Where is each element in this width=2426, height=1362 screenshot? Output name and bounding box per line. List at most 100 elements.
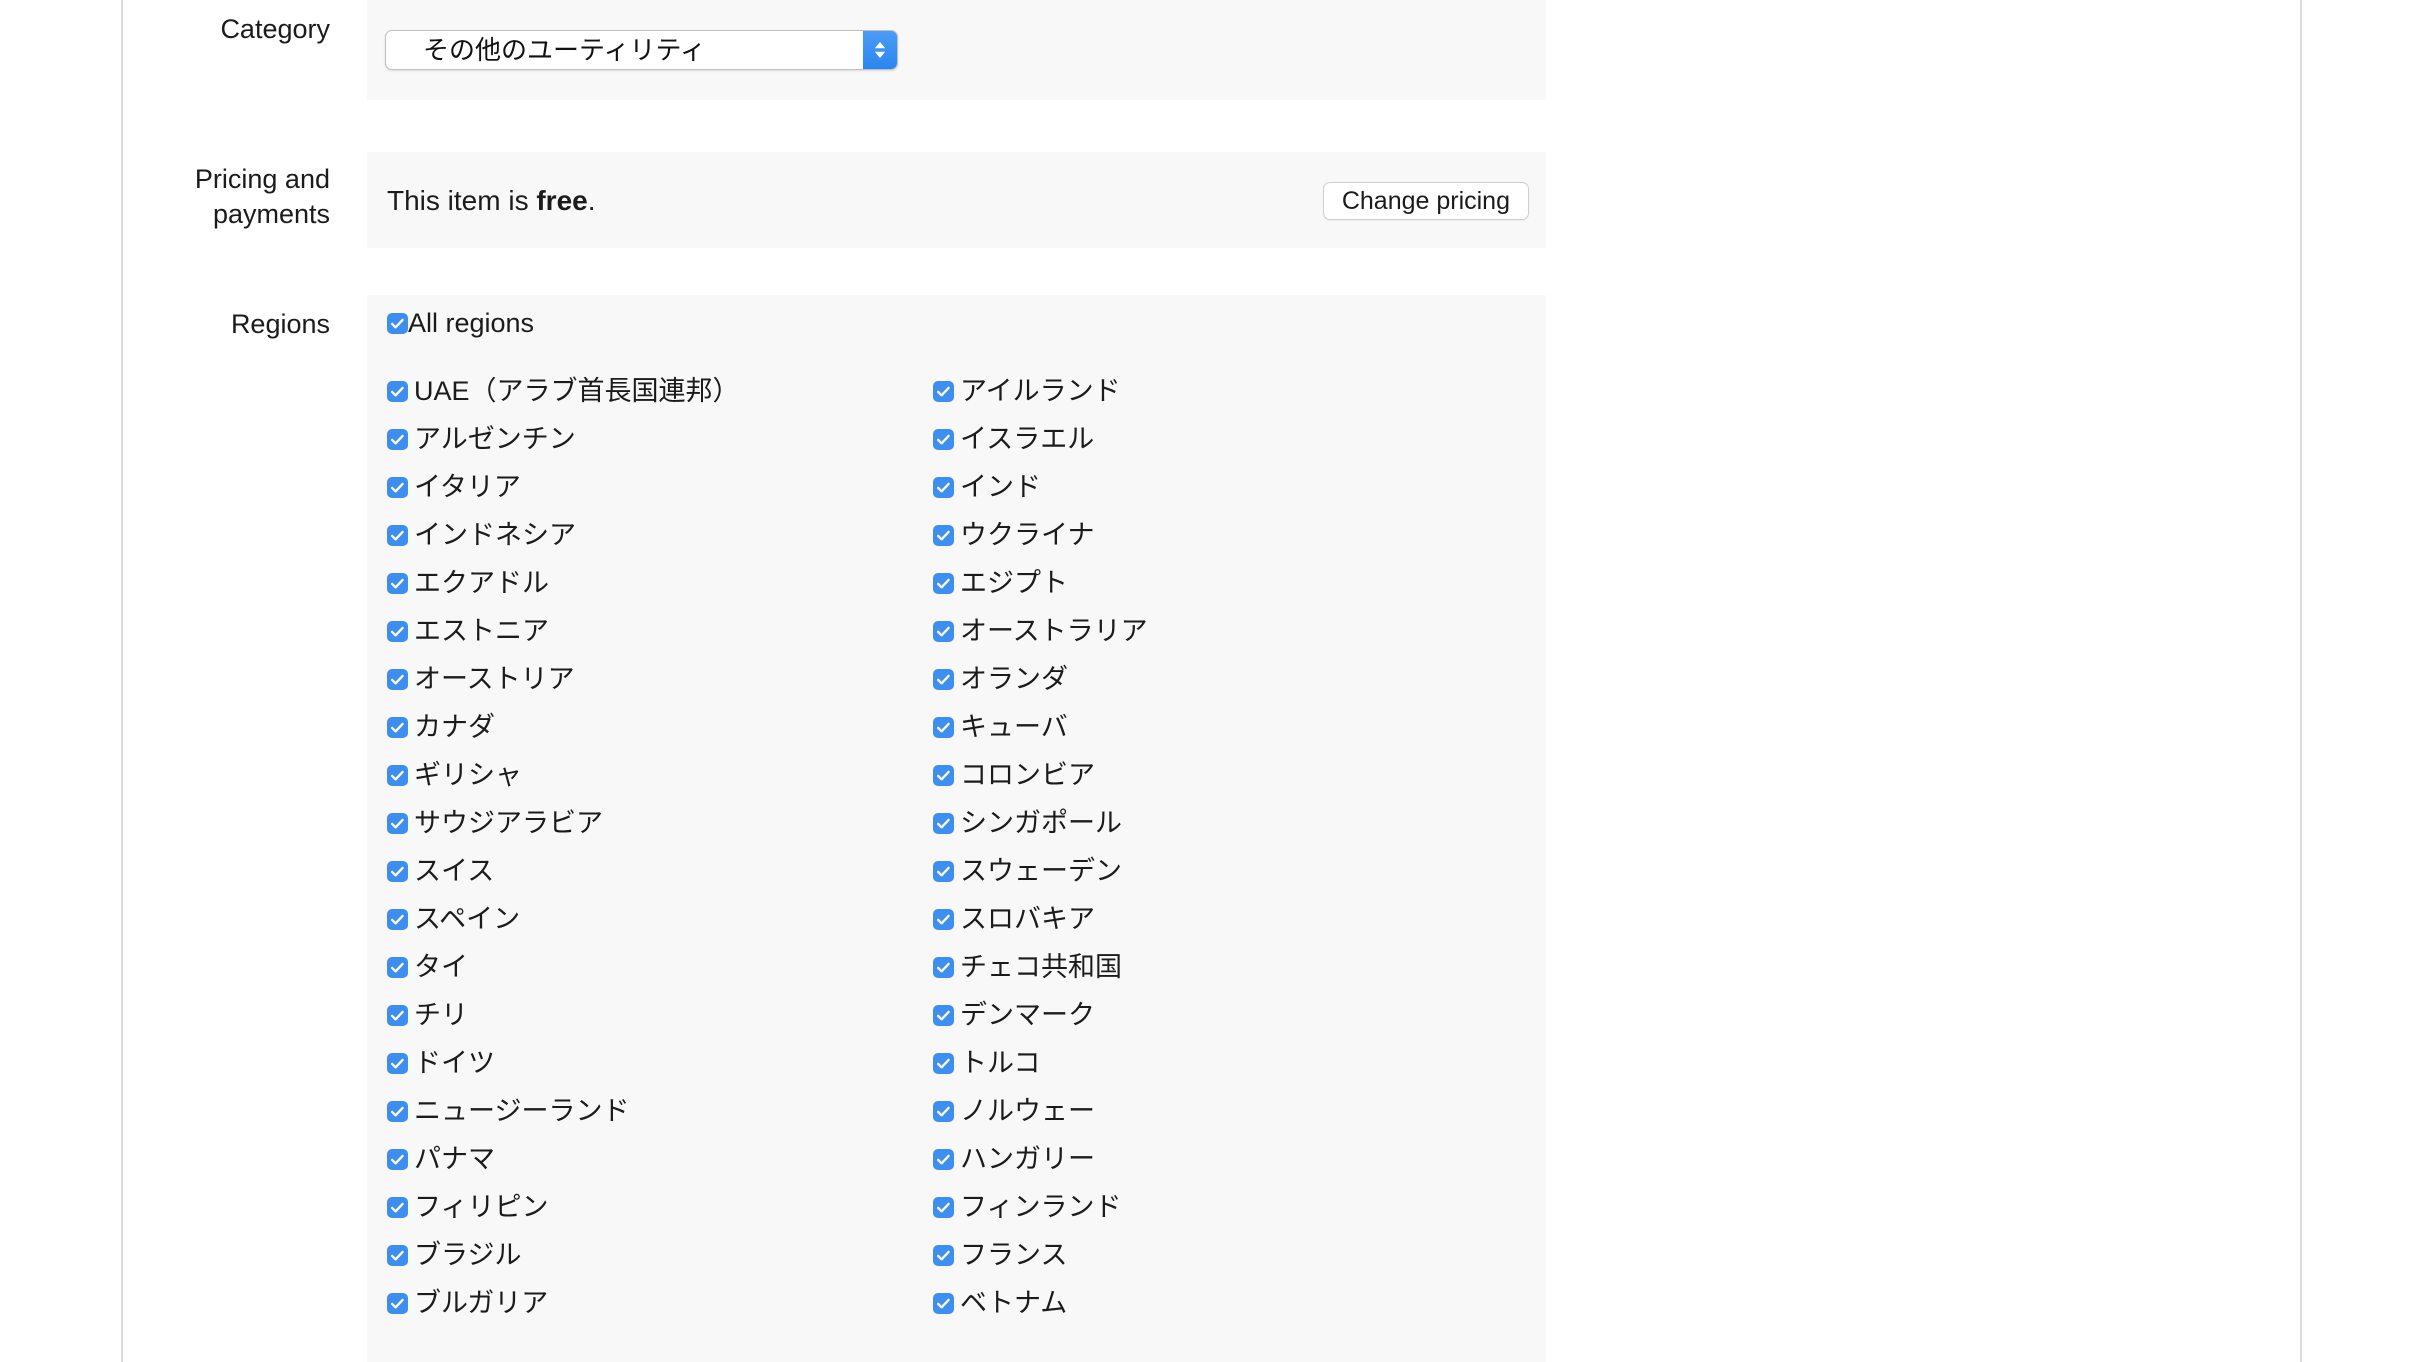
category-select[interactable]: その他のユーティリティ	[385, 30, 898, 70]
checkmark-icon[interactable]	[387, 572, 408, 594]
region-checkbox-row[interactable]: オーストリア	[387, 655, 927, 703]
region-checkbox-row[interactable]: ベトナム	[933, 1279, 1473, 1327]
region-checkbox-row[interactable]: スイス	[387, 847, 927, 895]
checkmark-icon[interactable]	[933, 572, 954, 594]
region-label: ブルガリア	[414, 1288, 549, 1318]
pricing-status-prefix: This item is	[387, 185, 537, 216]
region-checkbox-row[interactable]: ニュージーランド	[387, 1087, 927, 1135]
checkmark-icon[interactable]	[933, 1148, 954, 1170]
checkmark-icon[interactable]	[933, 764, 954, 786]
checkmark-icon[interactable]	[387, 620, 408, 642]
checkmark-icon[interactable]	[933, 1244, 954, 1266]
checkmark-icon[interactable]	[387, 1052, 408, 1074]
checkmark-icon[interactable]	[387, 1100, 408, 1122]
region-checkbox-row[interactable]: スペイン	[387, 895, 927, 943]
region-checkbox-row[interactable]: フィンランド	[933, 1183, 1473, 1231]
region-checkbox-row[interactable]: オランダ	[933, 655, 1473, 703]
region-checkbox-row[interactable]: フランス	[933, 1231, 1473, 1279]
region-label: エクアドル	[414, 568, 549, 598]
checkmark-icon[interactable]	[387, 380, 408, 402]
region-label: エジプト	[960, 568, 1068, 598]
checkmark-icon[interactable]	[387, 428, 408, 450]
checkmark-icon[interactable]	[933, 812, 954, 834]
region-checkbox-row[interactable]: シンガポール	[933, 799, 1473, 847]
checkmark-icon[interactable]	[933, 908, 954, 930]
region-checkbox-row[interactable]: コロンビア	[933, 751, 1473, 799]
region-checkbox-row[interactable]: チェコ共和国	[933, 943, 1473, 991]
region-checkbox-row[interactable]: カナダ	[387, 703, 927, 751]
region-checkbox-row[interactable]: パナマ	[387, 1135, 927, 1183]
region-checkbox-row[interactable]: チリ	[387, 991, 927, 1039]
checkmark-icon[interactable]	[387, 312, 408, 334]
checkmark-icon[interactable]	[933, 476, 954, 498]
region-label: パナマ	[414, 1144, 495, 1174]
checkmark-icon[interactable]	[933, 620, 954, 642]
region-checkbox-row[interactable]: ノルウェー	[933, 1087, 1473, 1135]
checkmark-icon[interactable]	[933, 956, 954, 978]
checkmark-icon[interactable]	[933, 428, 954, 450]
region-label: ニュージーランド	[414, 1096, 630, 1126]
region-checkbox-row[interactable]: スロバキア	[933, 895, 1473, 943]
region-label: ベトナム	[960, 1288, 1068, 1318]
region-label: シンガポール	[960, 808, 1122, 838]
region-checkbox-row[interactable]: UAE（アラブ首長国連邦）	[387, 367, 927, 415]
checkmark-icon[interactable]	[933, 1196, 954, 1218]
checkmark-icon[interactable]	[933, 1052, 954, 1074]
region-label: トルコ	[960, 1048, 1041, 1078]
region-checkbox-row[interactable]: ドイツ	[387, 1039, 927, 1087]
checkmark-icon[interactable]	[387, 668, 408, 690]
region-checkbox-row[interactable]: スウェーデン	[933, 847, 1473, 895]
checkmark-icon[interactable]	[387, 908, 408, 930]
region-checkbox-row[interactable]: エストニア	[387, 607, 927, 655]
all-regions-checkbox-row[interactable]: All regions	[387, 308, 534, 338]
checkmark-icon[interactable]	[387, 1004, 408, 1026]
category-label: Category	[220, 14, 330, 44]
region-checkbox-row[interactable]: ブラジル	[387, 1231, 927, 1279]
pricing-status-suffix: .	[587, 185, 596, 216]
region-checkbox-row[interactable]: デンマーク	[933, 991, 1473, 1039]
region-label: ノルウェー	[960, 1096, 1095, 1126]
region-checkbox-row[interactable]: オーストラリア	[933, 607, 1473, 655]
region-checkbox-row[interactable]: イスラエル	[933, 415, 1473, 463]
pricing-label-line1: Pricing and	[194, 164, 330, 194]
region-checkbox-row[interactable]: アルゼンチン	[387, 415, 927, 463]
region-checkbox-row[interactable]: エクアドル	[387, 559, 927, 607]
region-checkbox-row[interactable]: ウクライナ	[933, 511, 1473, 559]
checkmark-icon[interactable]	[933, 1100, 954, 1122]
region-checkbox-row[interactable]: タイ	[387, 943, 927, 991]
region-label: フランス	[960, 1240, 1068, 1270]
checkmark-icon[interactable]	[933, 380, 954, 402]
checkmark-icon[interactable]	[387, 524, 408, 546]
checkmark-icon[interactable]	[387, 860, 408, 882]
region-checkbox-row[interactable]: キューバ	[933, 703, 1473, 751]
region-checkbox-row[interactable]: インド	[933, 463, 1473, 511]
region-checkbox-row[interactable]: ブルガリア	[387, 1279, 927, 1327]
checkmark-icon[interactable]	[933, 716, 954, 738]
region-checkbox-row[interactable]: トルコ	[933, 1039, 1473, 1087]
checkmark-icon[interactable]	[387, 476, 408, 498]
region-checkbox-row[interactable]: エジプト	[933, 559, 1473, 607]
checkmark-icon[interactable]	[387, 1244, 408, 1266]
region-checkbox-row[interactable]: イタリア	[387, 463, 927, 511]
checkmark-icon[interactable]	[387, 1292, 408, 1314]
checkmark-icon[interactable]	[387, 716, 408, 738]
checkmark-icon[interactable]	[387, 956, 408, 978]
chevron-up-down-icon[interactable]	[863, 31, 897, 69]
checkmark-icon[interactable]	[933, 1292, 954, 1314]
region-checkbox-row[interactable]: ハンガリー	[933, 1135, 1473, 1183]
region-checkbox-row[interactable]: ギリシャ	[387, 751, 927, 799]
checkmark-icon[interactable]	[387, 812, 408, 834]
region-checkbox-row[interactable]: インドネシア	[387, 511, 927, 559]
change-pricing-button[interactable]: Change pricing	[1322, 182, 1529, 220]
region-label: ウクライナ	[960, 520, 1095, 550]
checkmark-icon[interactable]	[933, 1004, 954, 1026]
checkmark-icon[interactable]	[933, 860, 954, 882]
region-checkbox-row[interactable]: フィリピン	[387, 1183, 927, 1231]
region-checkbox-row[interactable]: サウジアラビア	[387, 799, 927, 847]
checkmark-icon[interactable]	[387, 1196, 408, 1218]
checkmark-icon[interactable]	[387, 1148, 408, 1170]
region-checkbox-row[interactable]: アイルランド	[933, 367, 1473, 415]
checkmark-icon[interactable]	[933, 524, 954, 546]
checkmark-icon[interactable]	[387, 764, 408, 786]
checkmark-icon[interactable]	[933, 668, 954, 690]
